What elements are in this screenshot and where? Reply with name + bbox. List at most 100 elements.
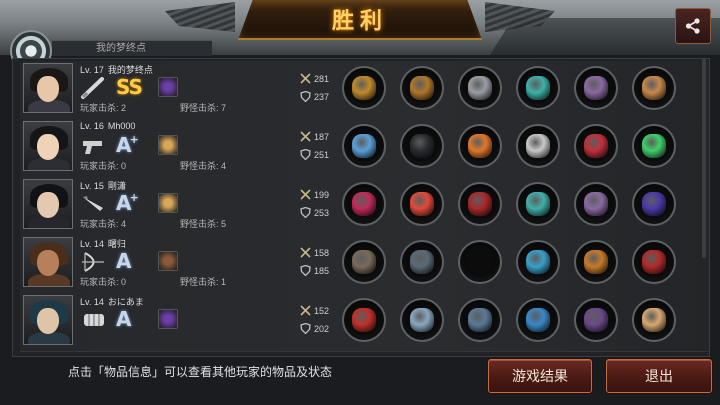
- equipment-slot[interactable]: [632, 66, 676, 110]
- player-kills: 玩家击杀: 4: [80, 219, 127, 229]
- equipment-slot[interactable]: [632, 182, 676, 226]
- player-row[interactable]: Lv. 14 おにあま A 152 202: [20, 293, 709, 352]
- player-row[interactable]: Lv. 17 我的梦终点 SS 玩家击杀: 2 野怪击杀: 7 281 237: [20, 61, 709, 120]
- player-level: Lv. 17: [80, 65, 104, 75]
- player-name: 剛瀟: [107, 181, 126, 191]
- equipment-slot[interactable]: [516, 240, 560, 284]
- equipment-slot[interactable]: [632, 124, 676, 168]
- player-level: Lv. 14: [80, 297, 104, 307]
- equipment-slot[interactable]: [458, 66, 502, 110]
- equipment-slot[interactable]: [458, 124, 502, 168]
- equipment-item-icon: [642, 308, 666, 332]
- defense-value: 185: [314, 266, 330, 276]
- class-badge-icon: [158, 251, 178, 271]
- player-kills: 玩家击杀: 0: [80, 277, 127, 287]
- equipment-slot[interactable]: [400, 182, 444, 226]
- exit-button[interactable]: 退出: [606, 359, 712, 393]
- attack-value: 281: [314, 74, 330, 84]
- defense-stat: 253: [300, 207, 329, 218]
- equipment-slot[interactable]: [342, 124, 386, 168]
- knife-weapon-icon: [83, 196, 103, 211]
- monster-kills: 野怪击杀: 5: [180, 219, 227, 229]
- player-kills: 玩家击杀: 2: [80, 103, 127, 113]
- shield-icon: [300, 207, 311, 218]
- equipment-slot[interactable]: [574, 66, 618, 110]
- portrait-face: [37, 250, 59, 276]
- equipment-item-icon: [352, 76, 376, 100]
- bow-weapon-icon: [82, 252, 104, 272]
- equipment-item-icon: [352, 308, 376, 332]
- player-grade: A: [116, 249, 132, 273]
- equipment-slot[interactable]: [632, 298, 676, 342]
- defense-value: 237: [314, 92, 330, 102]
- scrollbar[interactable]: [702, 58, 706, 258]
- portrait-face: [37, 76, 59, 102]
- player-grade: A+: [116, 191, 139, 215]
- class-badge-icon: [158, 135, 178, 155]
- equipment-item-icon: [468, 134, 492, 158]
- player-portrait[interactable]: [23, 63, 73, 113]
- monster-kills: 野怪击杀: 7: [180, 103, 227, 113]
- hint-text: 点击「物品信息」可以查看其他玩家的物品及状态: [68, 365, 333, 379]
- player-name: 我的梦终点: [107, 65, 153, 75]
- game-result-button[interactable]: 游戏结果: [488, 359, 592, 393]
- equipment-slot[interactable]: [342, 240, 386, 284]
- equipment-slot[interactable]: [400, 124, 444, 168]
- equipment-slot[interactable]: [574, 240, 618, 284]
- equipment-item-icon: [584, 76, 608, 100]
- equipment-slot[interactable]: [574, 124, 618, 168]
- equipment-item-icon: [352, 250, 376, 274]
- monster-kills: 野怪击杀: 1: [180, 277, 227, 287]
- results-panel[interactable]: Lv. 17 我的梦终点 SS 玩家击杀: 2 野怪击杀: 7 281 237 L…: [12, 58, 710, 357]
- equipment-slot[interactable]: [516, 182, 560, 226]
- equipment-slot[interactable]: [400, 66, 444, 110]
- equipment-item-icon: [584, 192, 608, 216]
- equipment-slot[interactable]: [400, 240, 444, 284]
- grade-plus: +: [129, 133, 139, 146]
- player-row[interactable]: Lv. 14 曙归 A 玩家击杀: 0 野怪击杀: 1 158 185: [20, 235, 709, 294]
- equipment-slot[interactable]: [516, 124, 560, 168]
- equipment-item-icon: [584, 134, 608, 158]
- equipment-slot[interactable]: [342, 182, 386, 226]
- player-portrait[interactable]: [23, 179, 73, 229]
- equipment-slot[interactable]: [458, 298, 502, 342]
- equipment-item-icon: [642, 192, 666, 216]
- equipment-slot[interactable]: [632, 240, 676, 284]
- equipment-slot[interactable]: [516, 66, 560, 110]
- share-button[interactable]: [675, 8, 711, 44]
- player-portrait[interactable]: [23, 237, 73, 287]
- player-row[interactable]: Lv. 16 Mh000 A+ 玩家击杀: 0 野怪击杀: 4 187 251: [20, 119, 709, 178]
- share-icon: [685, 18, 700, 34]
- player-level: Lv. 14: [80, 239, 104, 249]
- shield-icon: [300, 323, 311, 334]
- fist-weapon-icon: [84, 314, 104, 326]
- equipment-slot[interactable]: [516, 298, 560, 342]
- equipment-slot[interactable]: [574, 298, 618, 342]
- player-kills: 玩家击杀: 0: [80, 161, 127, 171]
- player-row[interactable]: Lv. 15 剛瀟 A+ 玩家击杀: 4 野怪击杀: 5 199 253: [20, 177, 709, 236]
- bat-weapon-icon: [81, 77, 104, 99]
- portrait-face: [37, 134, 59, 160]
- equipment-slot[interactable]: [342, 66, 386, 110]
- portrait-face: [37, 308, 59, 334]
- equipment-item-icon: [526, 250, 550, 274]
- player-portrait[interactable]: [23, 121, 73, 171]
- equipment-item-icon: [410, 76, 434, 100]
- player-name: Mh000: [107, 121, 136, 131]
- equipment-slot[interactable]: [342, 298, 386, 342]
- equipment-slot[interactable]: [574, 182, 618, 226]
- player-name: おにあま: [107, 297, 144, 307]
- class-badge-icon: [158, 309, 178, 329]
- crossed-swords-icon: [300, 305, 311, 316]
- equipment-item-icon: [410, 192, 434, 216]
- player-grade: A+: [116, 133, 139, 157]
- player-level-name: Lv. 16 Mh000: [80, 121, 135, 131]
- player-portrait[interactable]: [23, 295, 73, 345]
- attack-value: 199: [314, 190, 330, 200]
- equipment-slot[interactable]: [400, 298, 444, 342]
- equipment-slot[interactable]: [458, 240, 502, 284]
- equipment-slot[interactable]: [458, 182, 502, 226]
- attack-stat: 199: [300, 189, 329, 200]
- defense-value: 251: [314, 150, 330, 160]
- shield-icon: [300, 149, 311, 160]
